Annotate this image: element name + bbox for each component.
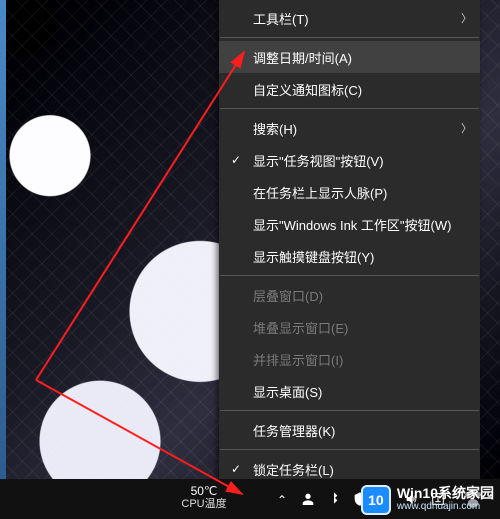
menu-item-custom-notification-icons[interactable]: 自定义通知图标(C) bbox=[219, 73, 480, 105]
menu-item-label: 在任务栏上显示人脉(P) bbox=[253, 183, 387, 202]
menu-item-toolbars[interactable]: 工具栏(T) 〉 bbox=[219, 2, 480, 34]
check-icon: ✓ bbox=[229, 462, 243, 476]
menu-item-task-manager[interactable]: 任务管理器(K) bbox=[219, 414, 480, 446]
window-bezel bbox=[0, 0, 6, 480]
menu-separator bbox=[220, 37, 479, 38]
menu-item-label: 任务管理器(K) bbox=[253, 421, 335, 440]
menu-separator bbox=[220, 275, 479, 276]
menu-item-label: 显示"任务视图"按钮(V) bbox=[253, 151, 384, 170]
menu-item-label: 层叠窗口(D) bbox=[253, 286, 323, 305]
menu-item-label: 堆叠显示窗口(E) bbox=[253, 318, 348, 337]
menu-item-label: 搜索(H) bbox=[253, 119, 297, 138]
chevron-right-icon: 〉 bbox=[461, 120, 472, 136]
menu-item-side-by-side-windows: 并排显示窗口(I) bbox=[219, 343, 480, 375]
watermark-title: Win10系统家园 bbox=[397, 486, 494, 500]
check-icon: ✓ bbox=[229, 153, 243, 167]
menu-separator bbox=[220, 410, 479, 411]
menu-item-label: 并排显示窗口(I) bbox=[253, 350, 343, 369]
cpu-temp-label: CPU温度 bbox=[176, 498, 232, 511]
menu-item-show-ink-button[interactable]: 显示"Windows Ink 工作区"按钮(W) bbox=[219, 208, 480, 240]
menu-item-label: 显示"Windows Ink 工作区"按钮(W) bbox=[253, 215, 451, 234]
tray-overflow-chevron-icon[interactable] bbox=[274, 491, 290, 507]
menu-item-label: 显示触摸键盘按钮(Y) bbox=[253, 247, 374, 266]
menu-item-search[interactable]: 搜索(H) 〉 bbox=[219, 112, 480, 144]
menu-item-label: 锁定任务栏(L) bbox=[253, 460, 334, 479]
cpu-temp-value: 50℃ bbox=[176, 485, 232, 498]
menu-item-label: 显示桌面(S) bbox=[253, 382, 322, 401]
menu-item-show-desktop[interactable]: 显示桌面(S) bbox=[219, 375, 480, 407]
menu-separator bbox=[220, 449, 479, 450]
menu-item-show-touch-keyboard-button[interactable]: 显示触摸键盘按钮(Y) bbox=[219, 240, 480, 272]
people-icon[interactable] bbox=[300, 491, 316, 507]
menu-item-adjust-datetime[interactable]: 调整日期/时间(A) bbox=[219, 41, 480, 73]
watermark-logo: 10 bbox=[361, 485, 391, 515]
menu-item-stacked-windows: 堆叠显示窗口(E) bbox=[219, 311, 480, 343]
menu-item-label: 自定义通知图标(C) bbox=[253, 80, 362, 99]
menu-item-show-people[interactable]: 在任务栏上显示人脉(P) bbox=[219, 176, 480, 208]
menu-item-show-taskview-button[interactable]: ✓ 显示"任务视图"按钮(V) bbox=[219, 144, 480, 176]
watermark-url: www.qdhuajin.com bbox=[397, 500, 494, 514]
cpu-temp-widget[interactable]: 50℃ CPU温度 bbox=[176, 485, 232, 511]
chevron-right-icon: 〉 bbox=[461, 10, 472, 26]
menu-item-cascade-windows: 层叠窗口(D) bbox=[219, 279, 480, 311]
menu-item-label: 调整日期/时间(A) bbox=[253, 48, 352, 67]
menu-separator bbox=[220, 108, 479, 109]
bluetooth-icon[interactable] bbox=[326, 491, 342, 507]
taskbar-context-menu: 工具栏(T) 〉 调整日期/时间(A) 自定义通知图标(C) 搜索(H) 〉 ✓… bbox=[219, 0, 480, 519]
menu-item-label: 工具栏(T) bbox=[253, 9, 309, 28]
watermark: 10 Win10系统家园 www.qdhuajin.com bbox=[357, 481, 500, 519]
